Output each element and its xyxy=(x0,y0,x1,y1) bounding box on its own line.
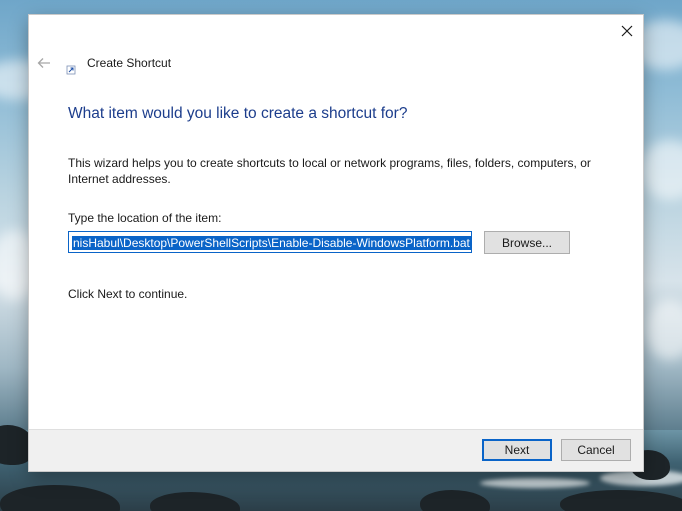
rock xyxy=(560,490,682,511)
back-arrow-icon xyxy=(37,58,50,68)
create-shortcut-wizard: Create Shortcut What item would you like… xyxy=(29,15,643,471)
wizard-title: Create Shortcut xyxy=(87,56,172,70)
wizard-footer: Next Cancel xyxy=(29,429,643,471)
location-input-value: nisHabul\Desktop\PowerShellScripts\Enabl… xyxy=(72,236,471,250)
desktop-background: Create Shortcut What item would you like… xyxy=(0,0,682,511)
continue-instruction: Click Next to continue. xyxy=(68,287,188,301)
browse-button[interactable]: Browse... xyxy=(484,231,570,254)
cloud xyxy=(645,300,682,360)
next-button[interactable]: Next xyxy=(482,439,552,461)
wizard-description: This wizard helps you to create shortcut… xyxy=(68,156,591,186)
back-button[interactable] xyxy=(35,54,53,72)
location-label: Type the location of the item: xyxy=(68,211,222,225)
cloud xyxy=(640,140,682,200)
close-icon xyxy=(621,25,633,37)
location-input[interactable]: nisHabul\Desktop\PowerShellScripts\Enabl… xyxy=(68,231,472,253)
foam xyxy=(480,478,590,488)
cancel-button[interactable]: Cancel xyxy=(561,439,631,461)
page-heading: What item would you like to create a sho… xyxy=(68,105,408,122)
shortcut-icon xyxy=(66,62,76,75)
close-button[interactable] xyxy=(611,15,643,47)
